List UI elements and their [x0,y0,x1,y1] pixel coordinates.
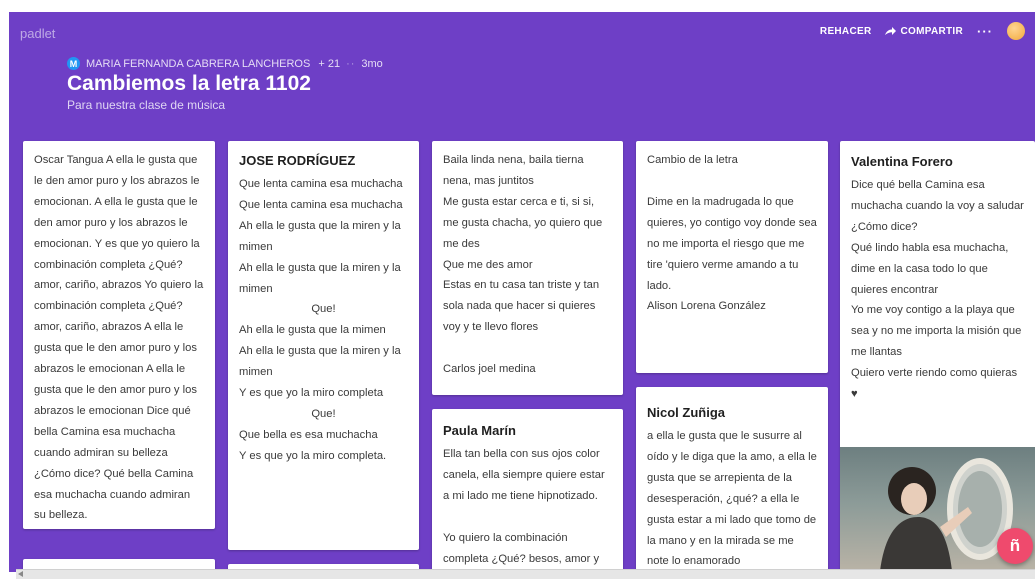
post-card-valentina[interactable]: Valentina Forero Dice qué bella Camina e… [840,141,1035,571]
post-body: Oscar Tangua A ella le gusta que le den … [34,154,204,522]
post-body: Dice qué bella Camina esa muchacha cuand… [851,179,1024,401]
contributors-count[interactable]: + 21 [318,58,340,70]
scroll-left-arrow-icon[interactable] [16,571,26,577]
post-title: Nicol Zuñiga [647,405,725,420]
padlet-logo[interactable]: padlet [20,26,55,41]
post-age: 3mo [361,57,383,70]
share-arrow-icon [885,26,897,35]
post-body-que: Que! [311,303,336,316]
post-body: Que lenta camina esa muchacha Que lenta … [239,178,403,295]
post-title: Cambio de la letra [647,154,738,166]
post-body: Ella tan bella con sus ojos color canela… [443,448,605,502]
new-post-button[interactable]: ñ [997,528,1033,564]
user-avatar[interactable] [1007,22,1025,40]
author-avatar[interactable]: M [67,57,80,70]
horizontal-scrollbar[interactable] [16,569,1035,579]
post-title: JOSE RODRÍGUEZ [239,153,356,168]
post-body-que: Que! [311,407,336,420]
post-body: a ella le gusta que le susurre al oído y… [647,430,817,568]
share-button[interactable]: COMPARTIR [885,26,963,37]
post-card-nicol[interactable]: Nicol Zuñiga a ella le gusta que le susu… [636,387,828,572]
more-icon[interactable]: ··· [977,24,993,39]
post-title: Paula Marín [443,423,516,438]
padlet-board: padlet M MARIA FERNANDA CABRERA LANCHERO… [9,12,1035,572]
page-title: Cambiemos la letra 1102 [67,72,311,95]
author-row: M MARIA FERNANDA CABRERA LANCHEROS + 21 … [67,57,383,70]
page-subtitle: Para nuestra clase de música [67,98,226,112]
post-card-paula[interactable]: Paula Marín Ella tan bella con sus ojos … [432,409,623,572]
author-name[interactable]: MARIA FERNANDA CABRERA LANCHEROS [86,58,310,70]
post-title: Valentina Forero [851,154,953,169]
post-card-carlos[interactable]: Baila linda nena, baila tierna nena, mas… [432,141,623,395]
post-body: Ah ella le gusta que la mimen Ah ella le… [239,324,401,400]
post-body: Baila linda nena, baila tierna nena, mas… [443,154,603,334]
redo-button[interactable]: REHACER [820,26,872,37]
share-label: COMPARTIR [900,25,963,37]
separator-dots: ·· [346,57,356,70]
top-toolbar: REHACER COMPARTIR ··· [820,22,1025,40]
post-card-oscar[interactable]: Oscar Tangua A ella le gusta que le den … [23,141,215,529]
post-body: Que bella es esa muchacha Y es que yo la… [239,428,387,462]
post-body: Dime en la madrugada lo que quieres, yo … [647,195,817,313]
post-signature: Carlos joel medina [443,363,536,376]
post-card-jose[interactable]: JOSE RODRÍGUEZ Que lenta camina esa much… [228,141,419,550]
post-card-alison[interactable]: Cambio de la letra Dime en la madrugada … [636,141,828,373]
post-body: Yo quiero la combinación completa ¿Qué? … [443,531,600,565]
